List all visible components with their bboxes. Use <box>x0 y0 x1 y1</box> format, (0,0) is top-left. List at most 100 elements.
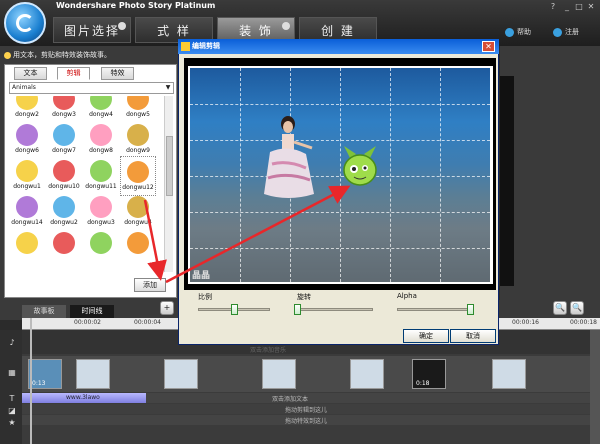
clip-duration: 0:18 <box>416 380 430 387</box>
clipart-label: dongw5 <box>126 111 150 118</box>
clipart-item[interactable]: dongw6 <box>9 120 45 160</box>
tab-photo-select[interactable]: 图片选择 <box>53 17 131 43</box>
clipart-partial-icon <box>53 232 75 254</box>
clipart-item[interactable]: dongwu10 <box>46 156 82 196</box>
clipart-label: dongw7 <box>52 147 76 154</box>
clipart-label: dongwu11 <box>85 183 117 190</box>
clipart-label: dongwu4 <box>124 219 152 226</box>
clipart-item[interactable] <box>120 228 156 268</box>
green-creature-sticker[interactable] <box>340 144 380 194</box>
register-link[interactable]: 注册 <box>553 27 579 37</box>
clipart-label: dongw8 <box>89 147 113 154</box>
text-clip[interactable]: www.3lawo <box>22 393 146 403</box>
ruler-tick: 00:00:16 <box>512 319 539 326</box>
clipart-item[interactable]: dongwu2 <box>46 192 82 232</box>
clipart-item[interactable]: dongwu1 <box>9 156 45 196</box>
tab-timeline[interactable]: 时间线 <box>70 305 114 318</box>
preview-film-strip <box>500 76 514 286</box>
timeline-clip[interactable] <box>492 359 526 389</box>
timeline-clip[interactable] <box>164 359 198 389</box>
clipart-item[interactable]: dongwu14 <box>9 192 45 232</box>
clipart-partial-icon <box>16 232 38 254</box>
clipart-label: dongwu2 <box>50 219 78 226</box>
text-track-hint: 双击添加文本 <box>272 396 309 403</box>
scale-label: 比例 <box>198 293 212 301</box>
clipart-label: dongw6 <box>15 147 39 154</box>
rotate-slider[interactable] <box>297 308 373 311</box>
fish-clipart-icon <box>127 124 149 146</box>
alpha-label: Alpha <box>397 292 417 300</box>
dialog-close-button[interactable]: ✕ <box>482 41 495 52</box>
music-note-icon: ♪ <box>9 338 15 347</box>
clip-track-icon: ◪ <box>8 406 16 415</box>
dialog-title-bar[interactable]: 编辑剪辑 <box>178 39 499 54</box>
photo-watermark: 晶晶 <box>192 271 211 281</box>
frog-clipart-icon <box>90 160 112 182</box>
alpha-slider-knob[interactable] <box>467 304 474 315</box>
clipart-partial-icon <box>16 96 38 110</box>
restore-icon[interactable]: □ <box>573 2 585 12</box>
clipart-item[interactable]: dongwu11 <box>83 156 119 196</box>
clipart-item[interactable] <box>9 228 45 268</box>
tab-clip[interactable]: 剪辑 <box>57 67 90 80</box>
clipart-item[interactable]: dongw8 <box>83 120 119 160</box>
register-icon <box>553 27 562 37</box>
clipart-label: dongw3 <box>52 111 76 118</box>
preview-area <box>500 46 600 300</box>
clip-track-hint: 拖动剪辑到这儿 <box>285 407 328 414</box>
cancel-button[interactable]: 取消 <box>450 329 496 343</box>
rotate-label: 旋转 <box>297 293 311 301</box>
clipart-label: dongwu3 <box>87 219 115 226</box>
clipart-label: dongw9 <box>126 147 150 154</box>
help-circle-icon <box>505 27 514 37</box>
clipart-label: dongwu12 <box>122 184 154 191</box>
tab-text[interactable]: 文本 <box>14 67 47 80</box>
category-select[interactable]: Animals ▼ <box>9 82 174 94</box>
minimize-icon[interactable]: _ <box>561 2 573 12</box>
help-link[interactable]: 帮助 <box>505 27 531 37</box>
ok-button[interactable]: 确定 <box>403 329 449 343</box>
green-creature-clipart-icon <box>127 161 149 183</box>
chicken-clipart-icon <box>90 124 112 146</box>
clipart-item[interactable]: dongw7 <box>46 120 82 160</box>
rotate-slider-knob[interactable] <box>294 304 301 315</box>
clipart-label: dongw2 <box>15 111 39 118</box>
timeline-scrollbar[interactable] <box>590 330 600 444</box>
tab-storyboard[interactable]: 故事板 <box>22 305 66 318</box>
close-icon[interactable]: ✕ <box>585 2 597 12</box>
clipart-partial-icon <box>90 96 112 110</box>
chevron-down-icon[interactable]: ▼ <box>164 84 172 92</box>
tab-effects[interactable]: 特效 <box>101 67 134 80</box>
clipart-item[interactable]: dongwu3 <box>83 192 119 232</box>
ruler-tick: 00:00:02 <box>74 319 101 326</box>
app-logo <box>4 2 46 44</box>
clipart-item[interactable] <box>46 228 82 268</box>
butterfly-clipart-icon <box>53 196 75 218</box>
help-icon[interactable]: ? <box>547 2 559 12</box>
timeline-clip[interactable] <box>350 359 384 389</box>
sun-clipart-icon <box>90 196 112 218</box>
timeline-clip[interactable] <box>76 359 110 389</box>
tab-indicator-icon <box>118 22 126 30</box>
add-clip-icon[interactable]: + <box>160 301 174 315</box>
zoom-in-icon[interactable]: 🔍 <box>553 301 567 315</box>
scale-slider-knob[interactable] <box>231 304 238 315</box>
alpha-slider[interactable] <box>397 308 473 311</box>
clipart-item[interactable] <box>83 228 119 268</box>
crown-clipart-icon <box>53 160 75 182</box>
clipart-label: dongwu14 <box>11 219 43 226</box>
scrollbar-thumb[interactable] <box>166 136 173 196</box>
penguin-clipart-icon <box>127 196 149 218</box>
clipart-scrollbar[interactable] <box>164 96 173 272</box>
timeline-clip[interactable] <box>262 359 296 389</box>
clipart-item[interactable]: dongwu4 <box>120 192 156 232</box>
clipart-grid: dongw2 dongw3 dongw4 dongw5 dongw6 dongw7 dong… <box>9 96 164 272</box>
zoom-out-icon[interactable]: 🔍 <box>570 301 584 315</box>
clipart-label: dongwu1 <box>13 183 41 190</box>
clipart-partial-icon <box>127 232 149 254</box>
clipart-item[interactable]: dongwu12 <box>120 156 156 196</box>
clipart-item[interactable]: dongw9 <box>120 120 156 160</box>
tab-indicator-icon <box>282 22 290 30</box>
playhead[interactable] <box>30 318 32 444</box>
add-button[interactable]: 添加 <box>134 278 166 292</box>
